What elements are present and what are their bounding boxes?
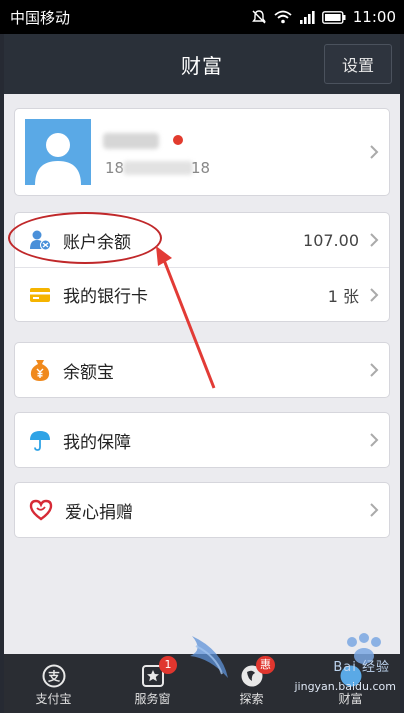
chevron-right-icon — [370, 233, 379, 247]
tab-explore[interactable]: 惠 探索 — [202, 654, 301, 713]
chevron-right-icon — [370, 363, 379, 377]
status-icons: 11:00 — [251, 8, 396, 26]
status-bar: 中国移动 11:00 — [0, 0, 404, 34]
tab-alipay[interactable]: 支 支付宝 — [4, 654, 103, 713]
tab-alipay-label: 支付宝 — [35, 692, 72, 706]
watermark-text: Bai 经验 — [333, 660, 390, 675]
default-avatar-icon — [35, 133, 81, 185]
settings-button[interactable]: 设置 — [324, 44, 392, 84]
insurance-row[interactable]: 我的保障 — [15, 413, 389, 467]
wifi-icon — [274, 10, 292, 24]
donation-row[interactable]: 爱心捐赠 — [15, 483, 389, 537]
insurance-card: 我的保障 — [14, 412, 390, 468]
notification-dot — [173, 135, 183, 145]
explore-badge: 惠 — [256, 656, 275, 674]
account-card: 账户余额 107.00 我的银行卡 1 张 — [14, 212, 390, 322]
page-title: 财富 — [181, 53, 223, 78]
alipay-icon: 支 — [42, 664, 65, 688]
signal-icon — [299, 11, 315, 24]
bank-card-label: 我的银行卡 — [63, 287, 148, 307]
account-balance-label: 账户余额 — [63, 232, 131, 253]
tab-service-window[interactable]: 1 服务窗 — [103, 654, 202, 713]
yuebao-money-bag-icon — [30, 360, 50, 381]
tab-explore-label: 探索 — [239, 692, 264, 706]
chevron-right-icon — [370, 433, 379, 447]
bank-card-count: 1 张 — [327, 286, 359, 306]
phone-prefix: 18 — [105, 159, 125, 177]
title-bar: 财富 设置 — [4, 34, 400, 94]
donation-card: 爱心捐赠 — [14, 482, 390, 538]
yuebao-card: 余额宝 — [14, 342, 390, 398]
wealth-page: 财富 设置 18 18 账户余额 107.00 我的银行卡 1 张 余额宝 我的… — [4, 34, 400, 713]
clock-label: 11:00 — [352, 8, 396, 26]
carrier-label: 中国移动 — [10, 8, 71, 27]
account-balance-value: 107.00 — [303, 230, 359, 250]
chevron-right-icon — [370, 287, 379, 302]
yuebao-row[interactable]: 余额宝 — [15, 343, 389, 397]
phone-redacted — [123, 161, 193, 175]
service-window-badge: 1 — [159, 656, 177, 674]
account-balance-icon — [30, 230, 51, 251]
user-name-redacted — [103, 133, 159, 149]
account-balance-row[interactable]: 账户余额 107.00 — [15, 213, 389, 267]
svg-text:支: 支 — [46, 669, 60, 684]
heart-icon — [29, 499, 53, 521]
bank-card-icon — [30, 287, 50, 302]
muted-bell-icon — [251, 10, 266, 24]
tab-service-window-label: 服务窗 — [134, 692, 171, 706]
umbrella-icon — [30, 431, 50, 451]
phone-suffix: 18 — [191, 159, 211, 177]
chevron-right-icon — [370, 145, 379, 159]
avatar[interactable] — [25, 119, 91, 185]
watermark-domain: jingyan.baidu.com — [294, 680, 396, 693]
battery-icon — [321, 10, 346, 24]
yuebao-label: 余额宝 — [63, 362, 114, 383]
chevron-right-icon — [370, 503, 379, 517]
screen: 中国移动 11:00 财富 设置 18 18 账户余额 107.00 我的银行卡… — [0, 0, 404, 713]
donation-label: 爱心捐赠 — [65, 502, 133, 523]
insurance-label: 我的保障 — [63, 432, 131, 453]
bank-card-row[interactable]: 我的银行卡 1 张 — [15, 267, 389, 321]
profile-card[interactable]: 18 18 — [14, 108, 390, 196]
